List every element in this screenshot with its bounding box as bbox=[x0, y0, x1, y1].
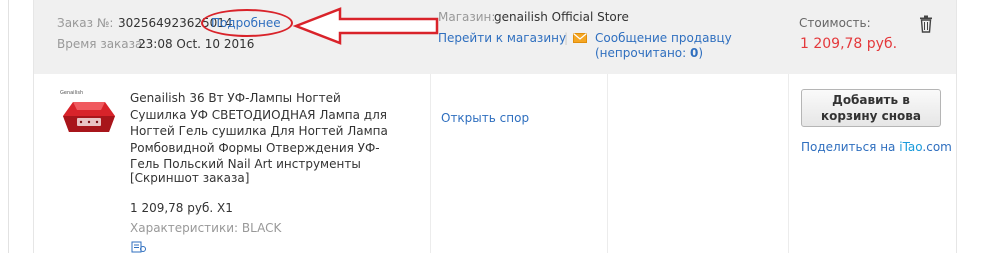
order-time-value: 23:08 Oct. 10 2016 bbox=[138, 37, 255, 51]
product-title[interactable]: Genailish 36 Вт УФ-Лампы Ногтей Сушилка … bbox=[130, 90, 400, 173]
column-divider bbox=[430, 74, 431, 253]
order-time-label: Время заказа: bbox=[57, 37, 147, 51]
unread-prefix: (непрочитано: bbox=[595, 46, 690, 60]
store-label: Магазин: bbox=[438, 10, 496, 24]
goto-store-link[interactable]: Перейти к магазину bbox=[438, 31, 566, 45]
snapshot-icon[interactable] bbox=[131, 241, 147, 253]
link-separator: | bbox=[564, 31, 569, 45]
message-seller-link[interactable]: Сообщение продавцу bbox=[595, 31, 732, 45]
column-divider bbox=[788, 74, 789, 253]
column-divider bbox=[607, 74, 608, 253]
unread-suffix: ) bbox=[698, 46, 704, 60]
share-itao-link[interactable]: Поделиться на iTao.com bbox=[801, 140, 952, 154]
unread-count[interactable]: (непрочитано: 0) bbox=[595, 46, 703, 60]
order-screenshot-link[interactable]: [Скриншот заказа] bbox=[130, 171, 249, 185]
annotation-ellipse bbox=[201, 9, 293, 37]
left-page-border bbox=[8, 0, 9, 253]
order-number-label: Заказ №: bbox=[57, 16, 114, 30]
add-to-cart-again-button[interactable]: Добавить в корзину снова bbox=[801, 89, 941, 127]
order-card: Заказ №: 302564923625014 Подробнее Время… bbox=[33, 0, 957, 253]
share-suffix: .com bbox=[922, 140, 952, 154]
product-attributes: Характеристики: BLACK bbox=[130, 221, 282, 235]
cost-label: Стоимость: bbox=[799, 16, 871, 30]
share-prefix: Поделиться на bbox=[801, 140, 900, 154]
share-brand: iTao bbox=[899, 140, 923, 154]
product-thumbnail[interactable]: Genailish bbox=[57, 86, 119, 148]
trash-icon[interactable] bbox=[918, 15, 934, 33]
open-dispute-link[interactable]: Открыть спор bbox=[441, 111, 529, 125]
price-quantity: 1 209,78 руб. X1 bbox=[130, 201, 233, 215]
order-header: Заказ №: 302564923625014 Подробнее Время… bbox=[34, 0, 956, 74]
annotation-arrow bbox=[292, 7, 439, 45]
store-name: genailish Official Store bbox=[494, 10, 629, 24]
cost-value: 1 209,78 руб. bbox=[800, 36, 898, 52]
mail-icon bbox=[573, 33, 587, 43]
svg-text:Genailish: Genailish bbox=[60, 90, 83, 96]
